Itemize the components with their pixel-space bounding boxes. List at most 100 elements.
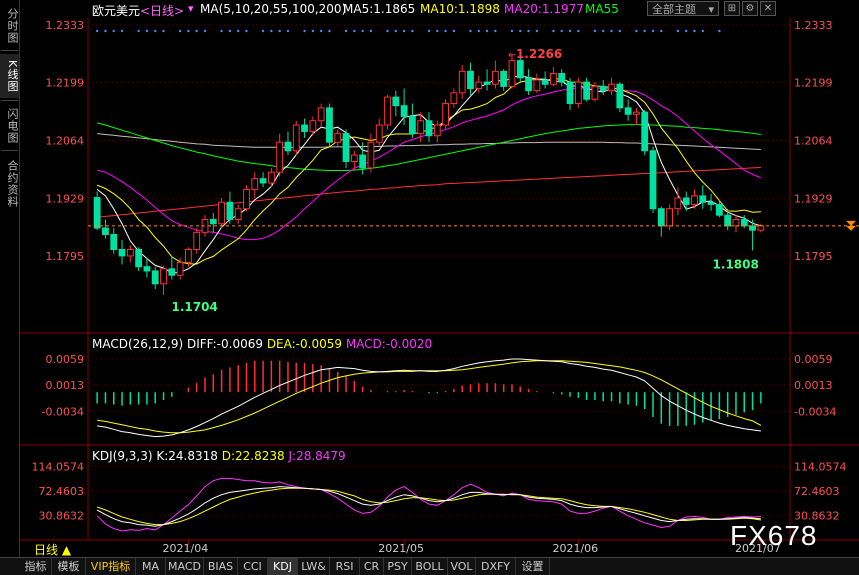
candle-body [724, 214, 732, 227]
candle-body [467, 70, 474, 90]
kdj-tick-right: 114.0574 [794, 461, 847, 474]
candle-body [102, 227, 109, 235]
y-tick-left: 1.2199 [46, 77, 85, 90]
high-annotation: 1.2266 [516, 47, 562, 61]
period-button[interactable]: 日线 ▲ [34, 541, 71, 558]
macd-tick-right: -0.0034 [794, 405, 836, 418]
tab-9[interactable]: RSI [330, 558, 360, 575]
tab-7[interactable]: KDJ [268, 558, 298, 575]
y-tick-left: 1.1929 [46, 192, 85, 205]
event-dot [120, 29, 124, 33]
tab-3[interactable]: MA [136, 558, 166, 575]
price-marker-icon [846, 220, 856, 226]
event-dot [527, 29, 530, 33]
candle-body [516, 60, 524, 79]
candle-body [608, 83, 615, 92]
event-dot [178, 29, 182, 33]
candle-body [226, 201, 234, 220]
tab-10[interactable]: CR [360, 558, 384, 575]
tab-6[interactable]: CCI [238, 558, 268, 575]
event-dot [137, 29, 140, 33]
tab-2[interactable]: VIP指标 [86, 558, 136, 575]
event-dot [228, 29, 232, 33]
d-line [96, 487, 761, 526]
candle-body [583, 81, 591, 100]
kdj-tick-left: 72.4603 [39, 485, 85, 498]
event-dot [386, 29, 389, 33]
candle-body [591, 85, 599, 100]
candle-body [392, 96, 400, 107]
candle-body [442, 103, 449, 126]
x-tick-label: 2021/06 [552, 542, 598, 555]
event-dot [568, 29, 572, 33]
macd-pane [96, 358, 762, 438]
event-dot [353, 29, 356, 33]
event-dot [236, 29, 240, 33]
event-dot [452, 29, 456, 33]
tab-5[interactable]: BIAS [204, 558, 238, 575]
candle-body [707, 201, 715, 205]
candle-body [93, 197, 101, 229]
candle-body [350, 154, 358, 163]
candle-body [566, 81, 574, 105]
candle-body [740, 218, 748, 227]
event-dot [494, 29, 497, 33]
tab-15[interactable]: 设置 [516, 558, 550, 575]
macd-tick-left: 0.0059 [46, 353, 85, 366]
candle-body [691, 195, 698, 205]
tab-11[interactable]: PSY [384, 558, 412, 575]
tab-8[interactable]: LW& [298, 558, 330, 575]
tab-12[interactable]: BOLL [412, 558, 448, 575]
kdj-header: KDJ(9,3,3) K:24.8318 D:22.8238 J:28.8479 [92, 449, 346, 463]
event-dot [718, 29, 721, 33]
event-dot [245, 29, 248, 33]
candle-body [699, 195, 707, 203]
candle-body [715, 203, 723, 216]
event-dot [444, 29, 447, 33]
candle-body [491, 70, 499, 85]
tab-0[interactable]: 指标 [20, 558, 52, 575]
macd-name: MACD(26,12,9) [92, 337, 184, 351]
candle-body [384, 96, 391, 126]
candle-body [500, 70, 508, 87]
chart-area[interactable]: 1.2266←1.17041.1808 1.2333 1.23331.2199 1.… [0, 0, 859, 557]
event-dot [394, 29, 398, 33]
candle-body [525, 77, 532, 92]
event-dot [651, 29, 655, 33]
candle-body [616, 83, 624, 109]
candle-body [574, 81, 582, 105]
candle-body [284, 141, 292, 152]
tab-1[interactable]: 模板 [52, 558, 86, 575]
event-dot [477, 29, 480, 33]
macd-dea: DEA:-0.0059 [266, 337, 342, 351]
j-line [96, 477, 761, 532]
candle-body [209, 218, 217, 225]
event-dot [519, 29, 522, 33]
tab-14[interactable]: DXFY [476, 558, 516, 575]
kdj-pane [96, 477, 761, 532]
candle-body [135, 248, 143, 268]
x-tick-label: 2021/05 [378, 542, 424, 555]
candle-body [292, 124, 300, 152]
candle-body [193, 231, 201, 250]
macd-tick-right: 0.0013 [794, 379, 833, 392]
low-annotation: 1.1704 [172, 300, 218, 314]
candle-body [342, 133, 350, 163]
event-dot [187, 29, 190, 33]
event-dot [577, 29, 580, 33]
indicator-tabbar: 指标 模板 VIP指标 MA MACD BIAS CCI KDJ LW& RSI CR PSY BOLL… [0, 557, 859, 575]
tab-13[interactable]: VOL [448, 558, 476, 575]
candle-body [433, 124, 441, 137]
arrow-left-icon: ← [508, 50, 516, 61]
event-dot [660, 29, 663, 33]
event-dot [411, 29, 414, 33]
event-dot [270, 29, 273, 33]
candle-body [425, 120, 433, 137]
candle-body [259, 178, 267, 184]
candle-body [624, 107, 632, 115]
tab-4[interactable]: MACD [166, 558, 204, 575]
event-dot [311, 29, 315, 33]
candle-body [550, 73, 557, 85]
event-dot [112, 29, 115, 33]
event-dot [684, 29, 688, 33]
